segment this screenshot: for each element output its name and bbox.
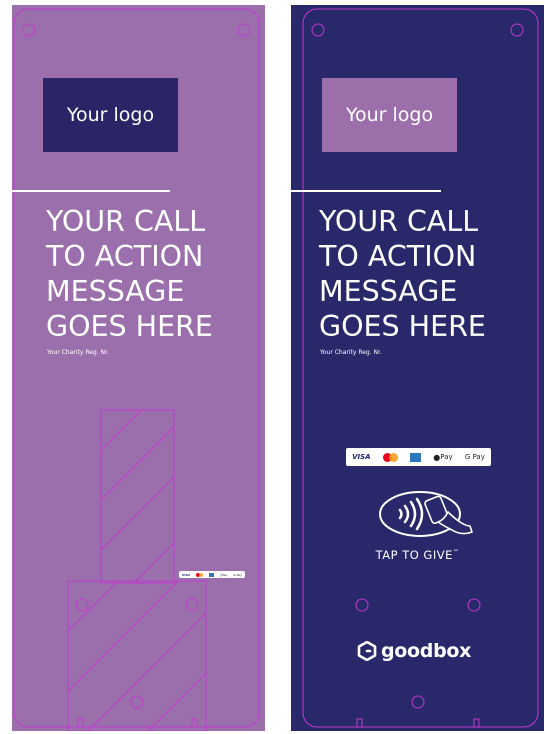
- call-to-action-message: YOUR CALL TO ACTION MESSAGE GOES HERE: [319, 204, 534, 344]
- tap-to-give-label: TAP TO GIVE™: [291, 548, 544, 562]
- cta-line: MESSAGE: [319, 275, 458, 308]
- trademark-symbol: ™: [452, 549, 460, 557]
- goodbox-brand: goodbox: [357, 640, 471, 662]
- divider-line: [291, 190, 441, 192]
- divider-line: [12, 190, 170, 192]
- amex-icon: [410, 452, 422, 462]
- visa-logo: VISA: [352, 453, 371, 461]
- contactless-hand-icon: [379, 491, 473, 537]
- left-panel-design: Your logo YOUR CALL TO ACTION MESSAGE GO…: [12, 5, 265, 731]
- cta-line: YOUR CALL: [319, 205, 479, 238]
- charity-reg-number: Your Charity Reg. Nr.: [320, 349, 382, 356]
- google-pay-logo: G Pay: [464, 453, 485, 461]
- visa-logo: VISA: [182, 572, 190, 577]
- mastercard-icon: [196, 572, 204, 577]
- payment-methods-strip: VISA ● Pay G Pay: [346, 448, 491, 466]
- goodbox-wordmark: goodbox: [381, 640, 472, 662]
- logo-placeholder: Your logo: [43, 78, 178, 152]
- cta-line: GOES HERE: [319, 310, 486, 343]
- call-to-action-message: YOUR CALL TO ACTION MESSAGE GOES HERE: [46, 204, 261, 344]
- payment-methods-strip: VISA Pay G Pay: [179, 571, 245, 578]
- cta-line: TO ACTION: [319, 240, 477, 273]
- google-pay-logo: G Pay: [233, 572, 242, 577]
- logo-placeholder: Your logo: [322, 78, 457, 152]
- apple-pay-logo: ● Pay: [433, 453, 452, 462]
- charity-reg-number: Your Charity Reg. Nr.: [47, 349, 109, 356]
- amex-icon: [209, 572, 215, 577]
- apple-pay-label: Pay: [440, 453, 453, 461]
- apple-icon: ●: [433, 452, 441, 462]
- cta-line: MESSAGE: [46, 275, 185, 308]
- goodbox-logo-icon: [357, 641, 377, 661]
- cta-line: TO ACTION: [46, 240, 204, 273]
- right-panel-design: Your logo YOUR CALL TO ACTION MESSAGE GO…: [291, 5, 544, 731]
- cta-line: YOUR CALL: [46, 205, 206, 238]
- apple-pay-logo: Pay: [220, 572, 227, 577]
- tap-to-give-text: TAP TO GIVE: [375, 548, 453, 562]
- cta-line: GOES HERE: [46, 310, 213, 343]
- mastercard-icon: [382, 452, 398, 462]
